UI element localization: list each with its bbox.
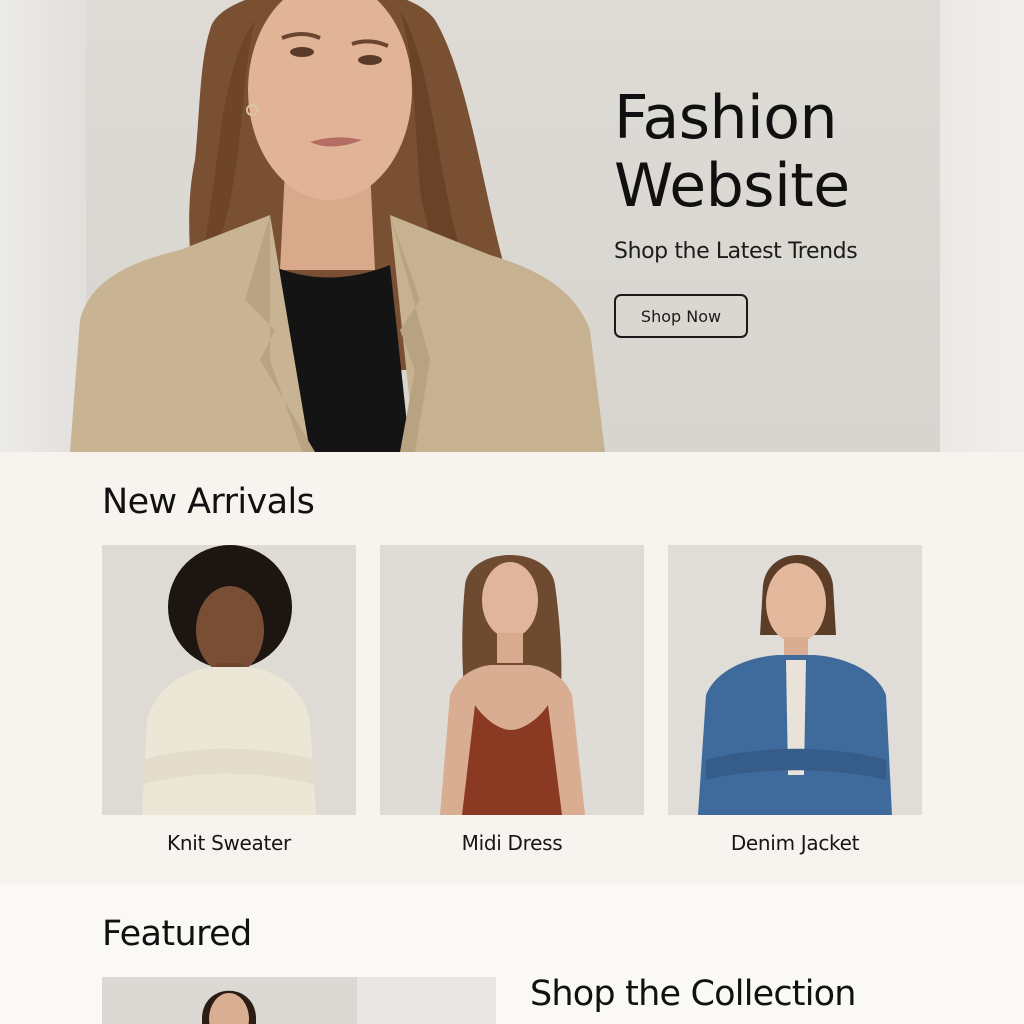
hero-title-line2: Website — [614, 151, 850, 221]
product-image[interactable] — [380, 545, 644, 815]
featured-model-photo — [202, 990, 256, 1024]
new-arrivals-section: New Arrivals Knit Sweater Midi Dress Den… — [0, 452, 1024, 884]
hero-title-line1: Fashion — [614, 83, 837, 153]
shop-the-collection-heading: Shop the Collection — [530, 974, 856, 1014]
shop-now-button[interactable]: Shop Now — [614, 294, 748, 338]
product-name[interactable]: Denim Jacket — [668, 831, 922, 855]
hero-banner: Fashion Website Shop the Latest Trends S… — [0, 0, 1024, 452]
hero-subtitle: Shop the Latest Trends — [614, 239, 858, 264]
featured-image[interactable] — [102, 977, 496, 1024]
knit-sweater-photo — [102, 545, 356, 815]
new-arrivals-title: New Arrivals — [102, 482, 315, 522]
featured-photo — [102, 977, 357, 1024]
featured-section: Featured Shop the Collection — [0, 884, 1024, 1024]
hero-wall-right — [940, 0, 1024, 452]
denim-jacket-photo — [668, 545, 922, 815]
product-name[interactable]: Midi Dress — [380, 831, 644, 855]
featured-title: Featured — [102, 914, 252, 954]
hero-model-photo — [70, 0, 605, 452]
hero-copy: Fashion Website Shop the Latest Trends S… — [614, 84, 934, 338]
product-image[interactable] — [102, 545, 356, 815]
midi-dress-photo — [380, 545, 644, 815]
hero-title: Fashion Website — [614, 84, 934, 220]
product-image[interactable] — [668, 545, 922, 815]
product-name[interactable]: Knit Sweater — [102, 831, 356, 855]
featured-photo-backdrop — [357, 977, 496, 1024]
